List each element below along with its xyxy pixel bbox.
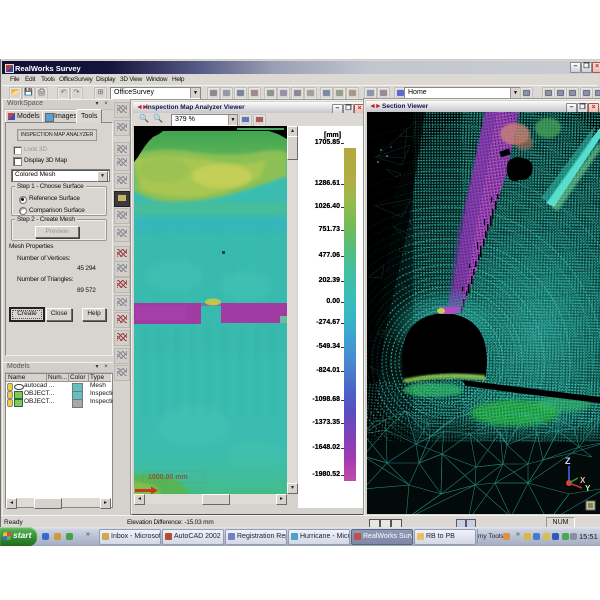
svg-text:Z: Z <box>565 456 571 466</box>
svg-text:Y: Y <box>585 484 591 493</box>
svg-text:1000.00 mm: 1000.00 mm <box>148 474 188 481</box>
